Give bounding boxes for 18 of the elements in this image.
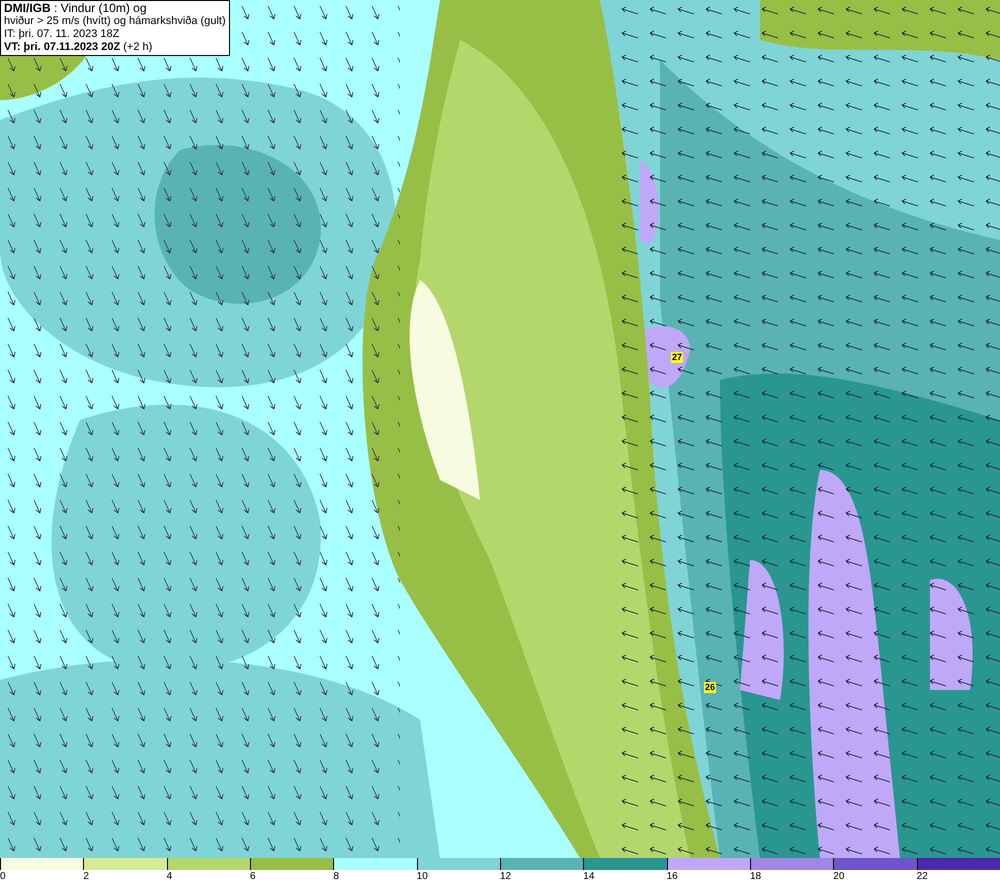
valid-time-text: VT: þri. 07.11.2023 20Z (+2 h): [4, 41, 154, 54]
subtitle-text: hviður > 25 m/s (hvítt) og hámarkshviða (gult): [4, 15, 226, 28]
legend-tick-label: 12: [500, 870, 512, 884]
legend-tick-label: 6: [250, 870, 256, 884]
gust-value-label: 27: [671, 352, 684, 363]
legend-tick-label: 2: [83, 870, 89, 884]
gust-value-label: 26: [704, 682, 716, 693]
legend-tick-label: 14: [583, 870, 594, 884]
legend-tick-label: 0: [0, 870, 6, 884]
legend-tick-label: 22: [916, 870, 928, 884]
legend-tick-label: 4: [166, 870, 172, 884]
legend-tick-label: 8: [333, 870, 339, 884]
legend-tick-label: 16: [666, 870, 678, 884]
init-time-text: IT: þri. 07. 11. 2023 18Z: [4, 28, 120, 41]
legend-tick-label: 18: [750, 870, 762, 884]
legend-tick-label: 20: [833, 870, 844, 884]
title-text: DMI/IGB : Vindur (10m) og: [4, 2, 148, 15]
legend-tick-label: 10: [416, 870, 428, 884]
